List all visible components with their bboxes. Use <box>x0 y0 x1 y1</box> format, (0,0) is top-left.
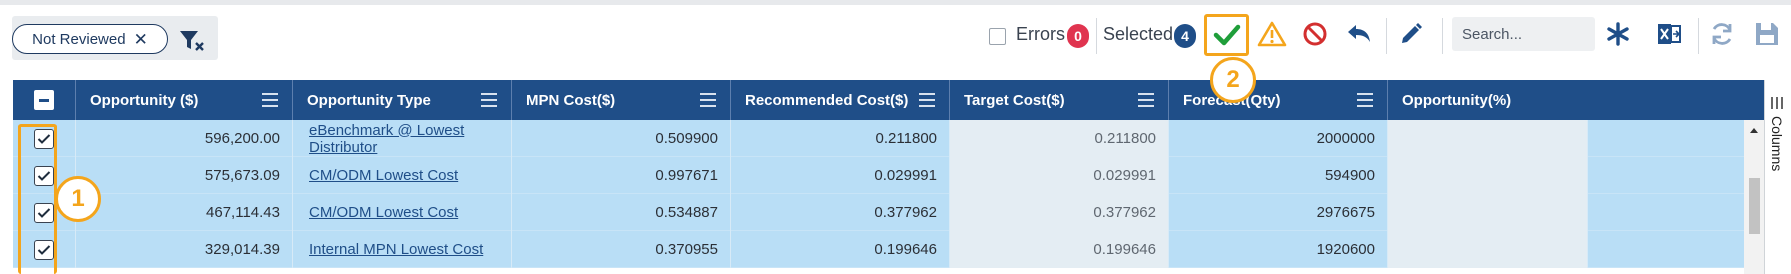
grid-body: 596,200.00 eBenchmark @ Lowest Distribut… <box>13 120 1744 268</box>
cell-mpn-cost: 0.534887 <box>512 194 731 231</box>
cell-target-cost[interactable]: 0.211800 <box>950 120 1169 157</box>
toolbar-divider <box>1386 18 1387 54</box>
cell-opportunity-type-link[interactable]: eBenchmark @ Lowest Distributor <box>293 120 512 157</box>
columns-icon <box>1771 97 1783 109</box>
select-all-cell <box>13 80 76 120</box>
toolbar-divider <box>1442 18 1443 54</box>
cell-target-cost[interactable]: 0.377962 <box>950 194 1169 231</box>
pencil-icon[interactable] <box>1398 21 1424 47</box>
cell-opportunity-type-link[interactable]: Internal MPN Lowest Cost <box>293 231 512 268</box>
cell-opportunity-pct <box>1388 120 1588 157</box>
scroll-up-icon[interactable] <box>1749 126 1759 134</box>
column-menu-icon[interactable] <box>481 93 497 107</box>
cell-mpn-cost: 0.370955 <box>512 231 731 268</box>
column-header-label: MPN Cost($) <box>526 91 616 109</box>
column-header-recommended-cost[interactable]: Recommended Cost($) <box>731 80 950 120</box>
cell-recommended-cost: 0.029991 <box>731 157 950 194</box>
no-entry-icon[interactable] <box>1302 21 1328 47</box>
column-menu-icon[interactable] <box>919 93 935 107</box>
column-header-label: Opportunity(%) <box>1402 91 1512 109</box>
checkmark-icon[interactable] <box>1213 22 1241 48</box>
column-header-opportunity-pct[interactable]: Opportunity(%) <box>1388 80 1607 120</box>
refresh-icon[interactable] <box>1708 20 1736 48</box>
column-menu-icon[interactable] <box>262 93 278 107</box>
column-header-label: Recommended Cost($) <box>745 91 909 109</box>
filter-chip-label: Not Reviewed <box>32 30 126 48</box>
filter-chip-not-reviewed[interactable]: Not Reviewed ✕ <box>12 24 168 54</box>
column-header-opportunity-type[interactable]: Opportunity Type <box>293 80 512 120</box>
save-icon[interactable] <box>1753 20 1781 48</box>
columns-tab-label: Columns <box>1769 116 1785 172</box>
grid-header: Opportunity ($) Opportunity Type MPN Cos… <box>13 80 1764 120</box>
cell-recommended-cost: 0.377962 <box>731 194 950 231</box>
toolbar-divider <box>1096 18 1097 54</box>
cell-forecast: 594900 <box>1169 157 1388 194</box>
cell-mpn-cost: 0.997671 <box>512 157 731 194</box>
column-menu-icon[interactable] <box>700 93 716 107</box>
asterisk-icon[interactable] <box>1606 22 1630 46</box>
column-header-forecast[interactable]: Forecast(Qty) <box>1169 80 1388 120</box>
cell-opportunity-type-link[interactable]: CM/ODM Lowest Cost <box>293 157 512 194</box>
cell-opportunity: 329,014.39 <box>76 231 293 268</box>
scrollbar-thumb[interactable] <box>1749 178 1760 234</box>
data-grid: Opportunity ($) Opportunity Type MPN Cos… <box>13 80 1764 274</box>
callout-marker-1: 1 <box>55 176 101 222</box>
column-header-opportunity[interactable]: Opportunity ($) <box>76 80 293 120</box>
errors-label: Errors <box>1016 24 1065 44</box>
column-menu-icon[interactable] <box>1138 93 1154 107</box>
selected-count-badge: 4 <box>1174 24 1196 48</box>
cell-opportunity: 596,200.00 <box>76 120 293 157</box>
close-icon[interactable]: ✕ <box>134 31 148 48</box>
column-header-target-cost[interactable]: Target Cost($) <box>950 80 1169 120</box>
search-placeholder: Search... <box>1462 25 1523 43</box>
column-header-mpn-cost[interactable]: MPN Cost($) <box>512 80 731 120</box>
cell-opportunity-pct <box>1388 231 1588 268</box>
column-header-label: Opportunity Type <box>307 91 431 109</box>
cell-forecast: 1920600 <box>1169 231 1388 268</box>
clear-filter-icon[interactable] <box>178 28 206 54</box>
cell-mpn-cost: 0.509900 <box>512 120 731 157</box>
table-row[interactable]: 596,200.00 eBenchmark @ Lowest Distribut… <box>13 120 1744 157</box>
cell-opportunity-pct <box>1388 157 1588 194</box>
cell-opportunity-pct <box>1388 194 1588 231</box>
cell-forecast: 2976675 <box>1169 194 1388 231</box>
column-header-label: Opportunity ($) <box>90 91 199 109</box>
table-row[interactable]: 329,014.39 Internal MPN Lowest Cost 0.37… <box>13 231 1744 268</box>
cell-target-cost[interactable]: 0.199646 <box>950 231 1169 268</box>
cell-opportunity: 467,114.43 <box>76 194 293 231</box>
cell-opportunity-type-link[interactable]: CM/ODM Lowest Cost <box>293 194 512 231</box>
column-menu-icon[interactable] <box>1357 93 1373 107</box>
cell-recommended-cost: 0.199646 <box>731 231 950 268</box>
errors-count-badge: 0 <box>1067 24 1089 48</box>
table-row[interactable]: 467,114.43 CM/ODM Lowest Cost 0.534887 0… <box>13 194 1744 231</box>
errors-checkbox[interactable] <box>989 28 1006 45</box>
toolbar-divider <box>1698 18 1699 54</box>
search-input[interactable]: Search... <box>1452 17 1595 51</box>
cell-forecast: 2000000 <box>1169 120 1388 157</box>
top-strip <box>0 0 1791 5</box>
cell-opportunity: 575,673.09 <box>76 157 293 194</box>
selected-label: Selected <box>1103 24 1174 44</box>
undo-icon[interactable] <box>1345 21 1373 47</box>
cell-recommended-cost: 0.211800 <box>731 120 950 157</box>
vertical-scrollbar[interactable] <box>1744 120 1764 274</box>
select-all-checkbox[interactable] <box>34 90 54 110</box>
warning-icon[interactable] <box>1257 20 1287 48</box>
excel-export-icon[interactable] <box>1655 20 1683 48</box>
callout-marker-2: 2 <box>1210 57 1256 103</box>
checkbox-column-highlight <box>18 124 57 274</box>
column-header-label: Target Cost($) <box>964 91 1065 109</box>
cell-target-cost[interactable]: 0.029991 <box>950 157 1169 194</box>
table-row[interactable]: 575,673.09 CM/ODM Lowest Cost 0.997671 0… <box>13 157 1744 194</box>
